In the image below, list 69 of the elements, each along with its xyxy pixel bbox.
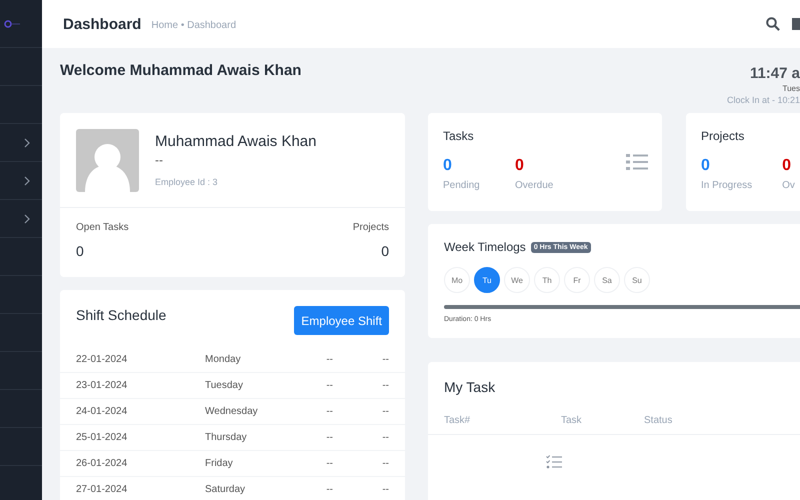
stat-value: 0 (76, 243, 85, 259)
stat-label: Ov (782, 180, 795, 191)
search-icon[interactable] (766, 17, 780, 31)
table-cell-text: -- (326, 354, 334, 365)
column-header: Task (561, 415, 583, 426)
table-cell-text: 23-01-2024 (76, 380, 128, 391)
stat-value: 0 (701, 157, 711, 175)
table-cell: -- (382, 458, 389, 469)
clock-time: 11:47 a (750, 65, 800, 82)
stat-label: Projects (352, 222, 389, 233)
stat-value: 0 (782, 157, 792, 175)
table-cell: -- (382, 380, 389, 391)
day-selector[interactable]: Su (624, 267, 650, 293)
table-cell-text: -- (326, 380, 334, 391)
card-title: Tasks (443, 129, 475, 143)
table-cell-text: Saturday (205, 484, 246, 495)
clock-in-time: Clock In at - 10:21 (726, 95, 800, 105)
logo-icon (4, 20, 22, 28)
stat-label: In Progress (701, 180, 752, 191)
card-title: My Task (443, 379, 496, 395)
card-title: Projects (701, 129, 746, 143)
table-cell-text: 22-01-2024 (76, 354, 128, 365)
table-cell-text: 26-01-2024 (76, 458, 128, 469)
column-header: Status (644, 415, 672, 426)
day-selector[interactable]: Tu (474, 267, 500, 293)
stat-value: 0 (381, 243, 389, 259)
table-cell-text: Friday (205, 458, 234, 469)
clock-date: Tues (782, 84, 800, 93)
table-cell: -- (382, 432, 389, 443)
table-cell: -- (382, 484, 389, 495)
avatar-placeholder (76, 129, 139, 192)
table-cell-text: 25-01-2024 (76, 432, 128, 443)
card-title: Shift Schedule (76, 307, 166, 323)
card-title: Week Timelogs (444, 240, 526, 254)
table-cell-text: Monday (205, 354, 242, 365)
table-cell-text: Tuesday (205, 380, 244, 391)
table-cell: -- (382, 406, 389, 417)
chevron-right-icon[interactable] (24, 214, 30, 224)
table-cell-text: -- (326, 484, 334, 495)
checklist-icon (546, 455, 562, 469)
day-selector[interactable]: We (504, 267, 530, 293)
list-icon (626, 153, 648, 171)
employee-id: Employee Id : 3 (155, 177, 219, 187)
table-cell-text: Wednesday (205, 406, 259, 417)
day-selector[interactable]: Fr (564, 267, 590, 293)
stat-value: 0 (515, 157, 525, 175)
table-cell-text: 27-01-2024 (76, 484, 128, 495)
table-cell-text: Thursday (205, 432, 248, 443)
day-selector[interactable]: Mo (444, 267, 470, 293)
employee-shift-button[interactable]: Employee Shift (294, 306, 389, 335)
day-selector[interactable]: Sa (594, 267, 620, 293)
page-title: Dashboard (63, 16, 142, 32)
employee-name: Muhammad Awais Khan (155, 133, 316, 150)
column-header: Task# (444, 415, 472, 426)
table-cell-text: 24-01-2024 (76, 406, 128, 417)
welcome-heading: Welcome Muhammad Awais Khan (60, 62, 302, 79)
day-selector[interactable]: Th (534, 267, 560, 293)
employee-designation: -- (155, 153, 164, 167)
table-cell-text: -- (326, 406, 334, 417)
stat-label: Overdue (515, 180, 554, 191)
table-cell-text: -- (326, 432, 334, 443)
stat-label: Open Tasks (76, 222, 129, 233)
table-cell-text: -- (326, 458, 334, 469)
stat-label: Pending (443, 180, 481, 191)
chevron-right-icon[interactable] (24, 138, 30, 148)
breadcrumb: Home • Dashboard (151, 20, 236, 30)
chevron-right-icon[interactable] (24, 176, 30, 186)
table-cell: -- (382, 354, 389, 365)
stat-value: 0 (443, 157, 453, 175)
